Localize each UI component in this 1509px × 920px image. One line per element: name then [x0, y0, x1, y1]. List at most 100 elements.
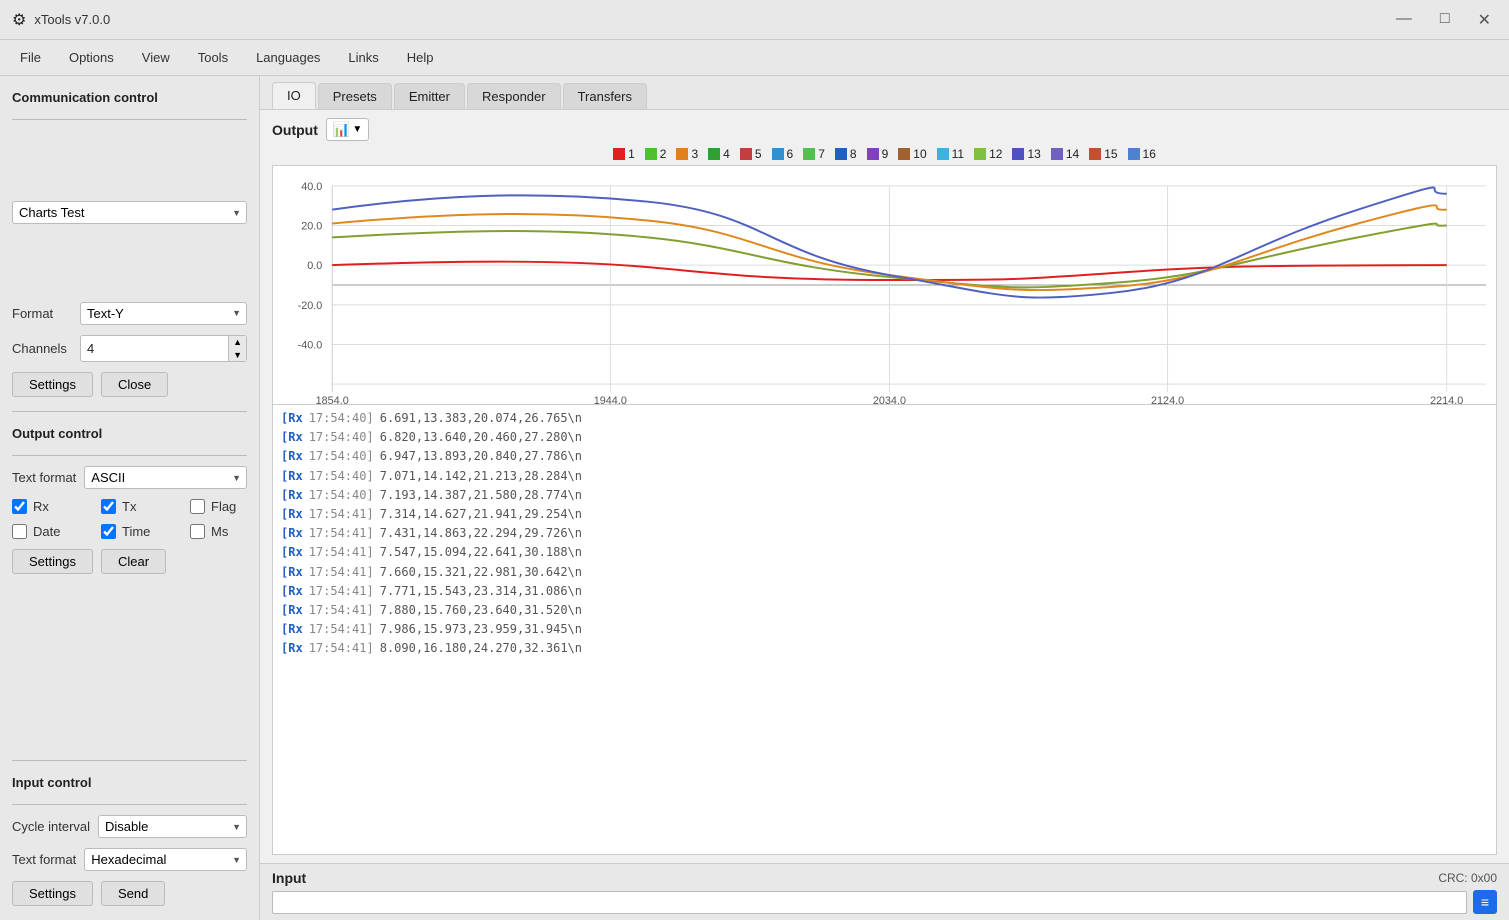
legend-color-8: [835, 148, 847, 160]
comm-close-button[interactable]: Close: [101, 372, 168, 397]
device-dropdown-wrap[interactable]: Charts Test: [12, 130, 247, 296]
svg-text:2214.0: 2214.0: [1430, 395, 1463, 404]
minimize-button[interactable]: —: [1390, 8, 1418, 32]
input-settings-button[interactable]: Settings: [12, 881, 93, 906]
output-title: Output: [272, 122, 318, 138]
legend-color-4: [708, 148, 720, 160]
legend-color-13: [1012, 148, 1024, 160]
legend-color-5: [740, 148, 752, 160]
tab-transfers[interactable]: Transfers: [563, 83, 647, 109]
tab-responder[interactable]: Responder: [467, 83, 561, 109]
tab-presets[interactable]: Presets: [318, 83, 392, 109]
log-line: [Rx17:54:41]7.547,15.094,22.641,30.188\n: [281, 543, 1488, 562]
comm-control-header: Communication control: [12, 90, 247, 105]
cycle-interval-dropdown-wrap[interactable]: Disable: [98, 815, 247, 838]
app-icon: ⚙: [12, 10, 26, 30]
tab-io[interactable]: IO: [272, 82, 316, 109]
legend-label-6: 6: [787, 147, 794, 161]
legend-color-10: [898, 148, 910, 160]
output-settings-button[interactable]: Settings: [12, 549, 93, 574]
input-send-icon-button[interactable]: ≡: [1473, 890, 1497, 914]
ms-checkbox[interactable]: [190, 524, 205, 539]
send-button[interactable]: Send: [101, 881, 165, 906]
text-format2-dropdown[interactable]: Hexadecimal: [84, 848, 247, 871]
divider-5: [12, 804, 247, 805]
menu-view[interactable]: View: [130, 46, 182, 69]
date-checkbox[interactable]: [12, 524, 27, 539]
legend-label-8: 8: [850, 147, 857, 161]
legend-item-5: 5: [740, 147, 762, 161]
legend-label-15: 15: [1104, 147, 1117, 161]
menu-languages[interactable]: Languages: [244, 46, 332, 69]
content-area: Output 📊 ▼ 12345678910111213141516: [260, 110, 1509, 863]
legend-item-13: 13: [1012, 147, 1040, 161]
legend-label-14: 14: [1066, 147, 1079, 161]
format-dropdown-wrap[interactable]: Text-Y: [80, 302, 247, 325]
channels-down[interactable]: ▼: [229, 349, 246, 362]
menu-file[interactable]: File: [8, 46, 53, 69]
legend-color-14: [1051, 148, 1063, 160]
comm-settings-button[interactable]: Settings: [12, 372, 93, 397]
legend-item-4: 4: [708, 147, 730, 161]
maximize-button[interactable]: □: [1434, 8, 1456, 32]
time-checkbox[interactable]: [101, 524, 116, 539]
log-rx-prefix: [Rx: [281, 601, 303, 620]
window-controls: — □ ✕: [1390, 8, 1497, 32]
output-log[interactable]: [Rx17:54:40]6.691,13.383,20.074,26.765\n…: [272, 405, 1497, 855]
legend-label-3: 3: [691, 147, 698, 161]
menu-tools[interactable]: Tools: [186, 46, 240, 69]
menu-bar: File Options View Tools Languages Links …: [0, 40, 1509, 76]
menu-options[interactable]: Options: [57, 46, 126, 69]
divider-1: [12, 119, 247, 120]
svg-text:2124.0: 2124.0: [1151, 395, 1184, 404]
legend-label-4: 4: [723, 147, 730, 161]
channels-value: 4: [81, 339, 228, 358]
legend-color-2: [645, 148, 657, 160]
menu-links[interactable]: Links: [336, 46, 390, 69]
rx-checkbox[interactable]: [12, 499, 27, 514]
tab-emitter[interactable]: Emitter: [394, 83, 465, 109]
legend-color-12: [974, 148, 986, 160]
comm-buttons-row: Settings Close: [12, 372, 247, 397]
title-bar: ⚙ xTools v7.0.0 — □ ✕: [0, 0, 1509, 40]
device-dropdown[interactable]: Charts Test: [12, 201, 247, 224]
input-field[interactable]: [272, 891, 1467, 914]
channels-up[interactable]: ▲: [229, 336, 246, 349]
output-header: Output 📊 ▼: [272, 118, 1497, 141]
log-line: [Rx17:54:40]6.947,13.893,20.840,27.786\n: [281, 447, 1488, 466]
clear-button[interactable]: Clear: [101, 549, 166, 574]
format-row: Format Text-Y: [12, 302, 247, 325]
checkbox-row-1: Rx Tx Flag: [12, 499, 247, 514]
close-button[interactable]: ✕: [1472, 8, 1497, 32]
text-format-dropdown-wrap[interactable]: ASCII: [84, 466, 247, 489]
text-format-label: Text format: [12, 470, 76, 485]
channels-arrows: ▲ ▼: [228, 336, 246, 362]
legend-item-7: 7: [803, 147, 825, 161]
flag-checkbox[interactable]: [190, 499, 205, 514]
output-chart-button[interactable]: 📊 ▼: [326, 118, 369, 141]
legend-item-2: 2: [645, 147, 667, 161]
log-time: 17:54:40]: [309, 467, 374, 486]
left-panel: Communication control Charts Test Format…: [0, 76, 260, 920]
log-data: 7.986,15.973,23.959,31.945\n: [380, 620, 582, 639]
svg-text:0.0: 0.0: [307, 260, 322, 272]
text-format2-dropdown-wrap[interactable]: Hexadecimal: [84, 848, 247, 871]
cycle-interval-dropdown[interactable]: Disable: [98, 815, 247, 838]
menu-help[interactable]: Help: [395, 46, 446, 69]
log-line: [Rx17:54:41]7.880,15.760,23.640,31.520\n: [281, 601, 1488, 620]
log-rx-prefix: [Rx: [281, 467, 303, 486]
log-rx-prefix: [Rx: [281, 543, 303, 562]
log-rx-prefix: [Rx: [281, 524, 303, 543]
text-format-dropdown[interactable]: ASCII: [84, 466, 247, 489]
input-header: Input CRC: 0x00: [272, 870, 1497, 886]
format-dropdown[interactable]: Text-Y: [80, 302, 247, 325]
legend-label-16: 16: [1143, 147, 1156, 161]
svg-text:-40.0: -40.0: [298, 339, 323, 351]
log-line: [Rx17:54:40]6.691,13.383,20.074,26.765\n: [281, 409, 1488, 428]
legend-color-3: [676, 148, 688, 160]
tx-checkbox[interactable]: [101, 499, 116, 514]
flag-label: Flag: [211, 499, 260, 514]
log-time: 17:54:41]: [309, 524, 374, 543]
channels-spinbox[interactable]: 4 ▲ ▼: [80, 335, 247, 363]
date-label: Date: [33, 524, 93, 539]
